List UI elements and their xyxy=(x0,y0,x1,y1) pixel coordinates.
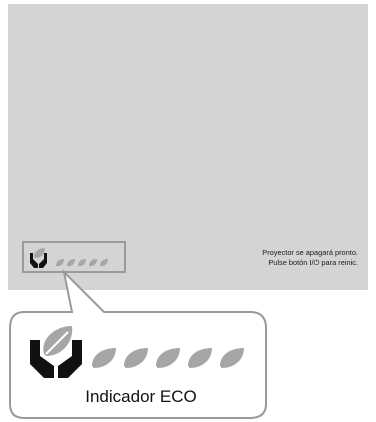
eco-indicator-label: Indicador ECO xyxy=(85,387,197,406)
eco-callout xyxy=(9,268,267,419)
